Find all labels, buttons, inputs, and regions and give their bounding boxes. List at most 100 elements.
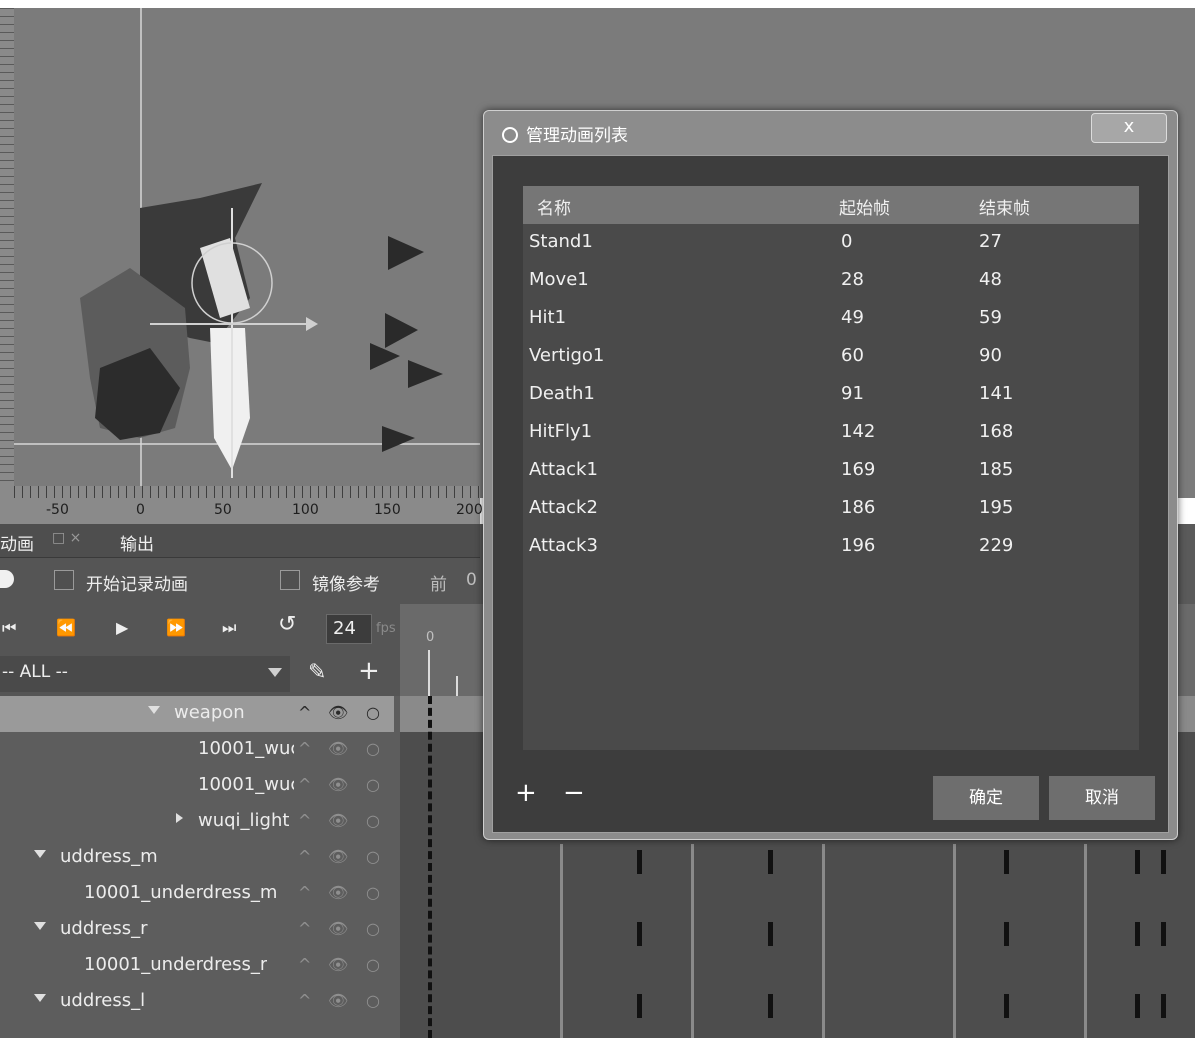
track-row[interactable]: uddress_r ^ 👁 ○ <box>0 912 394 948</box>
dialog-title-bar[interactable]: 管理动画列表 <box>502 121 628 146</box>
table-row[interactable]: Vertigo1 60 90 <box>523 338 1139 376</box>
track-row[interactable]: uddress_l ^ 👁 ○ <box>0 984 394 1020</box>
keyframe[interactable] <box>768 922 773 946</box>
lock-icon[interactable]: ○ <box>366 703 380 722</box>
expand-icon[interactable]: ^ <box>298 991 311 1010</box>
eye-icon[interactable]: 👁 <box>328 955 348 974</box>
tab-animation[interactable]: 动画 <box>0 530 34 555</box>
animation-name[interactable]: Move1 <box>529 269 589 290</box>
start-frame[interactable]: 196 <box>841 535 875 556</box>
skip-start-icon[interactable]: ⏮ <box>2 618 16 638</box>
eye-icon[interactable]: 👁 <box>328 739 348 758</box>
table-row[interactable]: Hit1 49 59 <box>523 300 1139 338</box>
eye-icon[interactable]: 👁 <box>328 991 348 1010</box>
track-row[interactable]: uddress_m ^ 👁 ○ <box>0 840 394 876</box>
start-frame[interactable]: 169 <box>841 459 875 480</box>
lock-icon[interactable]: ○ <box>366 991 380 1010</box>
start-frame[interactable]: 0 <box>841 231 852 252</box>
add-animation-button[interactable]: + <box>515 778 537 808</box>
track-row[interactable]: weapon ^ 👁 ○ <box>0 696 394 732</box>
playhead[interactable] <box>428 696 432 1038</box>
table-row[interactable]: Attack2 186 195 <box>523 490 1139 528</box>
keyframe[interactable] <box>1004 850 1009 874</box>
keyframe[interactable] <box>1161 994 1166 1018</box>
lock-icon[interactable]: ○ <box>366 847 380 866</box>
start-frame[interactable]: 60 <box>841 345 864 366</box>
column-name-header[interactable]: 名称 <box>537 194 571 219</box>
end-frame[interactable]: 229 <box>979 535 1013 556</box>
track-row[interactable]: 10001_wuc ^ 👁 ○ <box>0 768 394 804</box>
table-row[interactable]: Move1 28 48 <box>523 262 1139 300</box>
keyframe[interactable] <box>1004 994 1009 1018</box>
expand-icon[interactable]: ^ <box>298 883 311 902</box>
tab-output[interactable]: 输出 <box>120 530 154 555</box>
add-track-icon[interactable]: + <box>358 656 380 686</box>
end-frame[interactable]: 48 <box>979 269 1002 290</box>
track-row[interactable]: 10001_underdress_m ^ 👁 ○ <box>0 876 394 912</box>
ok-button[interactable]: 确定 <box>933 776 1039 820</box>
animation-name[interactable]: Death1 <box>529 383 595 404</box>
animation-name[interactable]: Attack3 <box>529 535 598 556</box>
table-row[interactable]: HitFly1 142 168 <box>523 414 1139 452</box>
expand-triangle-icon[interactable] <box>148 706 160 714</box>
end-frame[interactable]: 59 <box>979 307 1002 328</box>
eye-icon[interactable]: 👁 <box>328 703 348 722</box>
start-frame[interactable]: 142 <box>841 421 875 442</box>
table-row[interactable]: Stand1 0 27 <box>523 224 1139 262</box>
table-row[interactable]: Attack1 169 185 <box>523 452 1139 490</box>
expand-icon[interactable]: ^ <box>298 919 311 938</box>
rewind-icon[interactable]: ⏪ <box>56 618 76 637</box>
edit-icon[interactable]: ✎ <box>308 660 326 685</box>
track-row[interactable]: wuqi_light ^ 👁 ○ <box>0 804 394 840</box>
lock-icon[interactable]: ○ <box>366 919 380 938</box>
keyframe[interactable] <box>637 850 642 874</box>
expand-icon[interactable]: ^ <box>298 775 311 794</box>
close-button[interactable]: x <box>1091 113 1167 143</box>
expand-icon[interactable]: ^ <box>298 847 311 866</box>
record-checkbox[interactable] <box>54 570 74 590</box>
keyframe[interactable] <box>768 994 773 1018</box>
tab-close-icon[interactable]: □ × <box>52 530 81 546</box>
table-row[interactable]: Death1 91 141 <box>523 376 1139 414</box>
lock-icon[interactable]: ○ <box>366 883 380 902</box>
eye-icon[interactable]: 👁 <box>328 919 348 938</box>
skip-end-icon[interactable]: ⏭ <box>222 618 236 638</box>
column-end-header[interactable]: 结束帧 <box>979 194 1030 219</box>
animation-name[interactable]: Vertigo1 <box>529 345 604 366</box>
track-row[interactable]: 10001_underdress_r ^ 👁 ○ <box>0 948 394 984</box>
expand-triangle-icon[interactable] <box>34 994 46 1002</box>
eye-icon[interactable]: 👁 <box>328 811 348 830</box>
collapsed-triangle-icon[interactable] <box>176 813 183 823</box>
eye-icon[interactable]: 👁 <box>328 847 348 866</box>
keyframe[interactable] <box>637 922 642 946</box>
prev-value[interactable]: 0 <box>466 570 477 590</box>
end-frame[interactable]: 168 <box>979 421 1013 442</box>
play-icon[interactable]: ▶ <box>116 618 128 637</box>
animation-name[interactable]: Attack2 <box>529 497 598 518</box>
loop-icon[interactable]: ↺ <box>278 612 296 637</box>
lock-icon[interactable]: ○ <box>366 811 380 830</box>
mirror-checkbox[interactable] <box>280 570 300 590</box>
expand-icon[interactable]: ^ <box>298 739 311 758</box>
keyframe[interactable] <box>1161 922 1166 946</box>
animation-name[interactable]: Stand1 <box>529 231 593 252</box>
expand-icon[interactable]: ^ <box>298 955 311 974</box>
keyframe[interactable] <box>1135 922 1140 946</box>
lock-icon[interactable]: ○ <box>366 955 380 974</box>
eye-icon[interactable]: 👁 <box>328 775 348 794</box>
fps-input[interactable]: 24 <box>326 614 372 644</box>
keyframe[interactable] <box>637 994 642 1018</box>
lock-icon[interactable]: ○ <box>366 775 380 794</box>
end-frame[interactable]: 27 <box>979 231 1002 252</box>
track-filter-select[interactable]: -- ALL -- <box>0 656 290 692</box>
keyframe[interactable] <box>1135 850 1140 874</box>
animation-name[interactable]: HitFly1 <box>529 421 592 442</box>
expand-icon[interactable]: ^ <box>298 811 311 830</box>
column-start-header[interactable]: 起始帧 <box>839 194 890 219</box>
keyframe[interactable] <box>1161 850 1166 874</box>
keyframe[interactable] <box>768 850 773 874</box>
track-row[interactable]: 10001_wuc ^ 👁 ○ <box>0 732 394 768</box>
start-frame[interactable]: 28 <box>841 269 864 290</box>
start-frame[interactable]: 186 <box>841 497 875 518</box>
fast-forward-icon[interactable]: ⏩ <box>166 618 186 637</box>
